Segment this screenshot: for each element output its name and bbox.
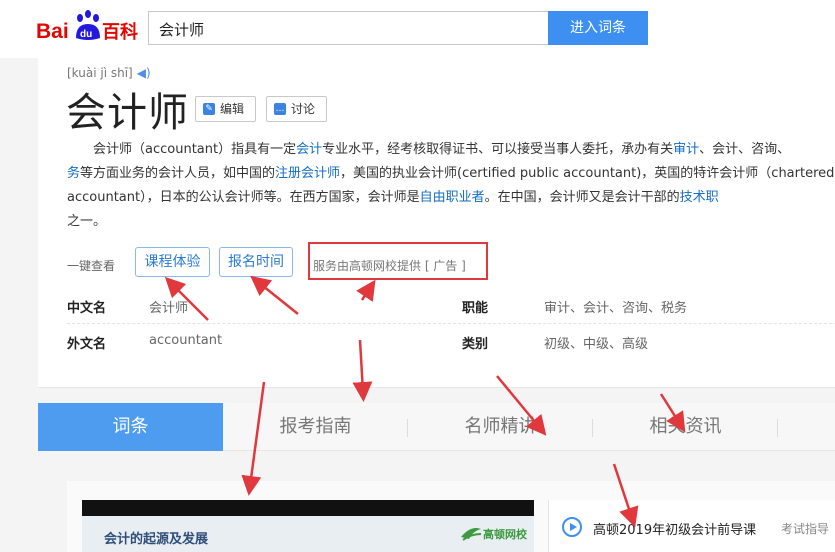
info-label-foreign-name: 外文名	[67, 337, 107, 352]
quick-view-label: 一键查看	[67, 259, 116, 273]
search-input[interactable]: 会计师	[148, 11, 548, 45]
edit-label: 编辑	[220, 102, 245, 116]
enter-entry-button[interactable]: 进入词条	[548, 11, 648, 45]
svg-text:du: du	[80, 29, 92, 40]
tab-related-news[interactable]: 相关资讯	[593, 403, 778, 451]
info-label-chinese-name: 中文名	[67, 301, 107, 316]
playlist-item-title[interactable]: 高顿2019年初级会计前导课	[593, 519, 756, 538]
registration-time-button[interactable]: 报名时间	[219, 247, 293, 277]
summary-link-tax[interactable]: 务	[67, 166, 80, 181]
top-header: Bai du 百科 会计师 进入词条	[0, 0, 835, 58]
summary-link-tech-title[interactable]: 技术职	[680, 190, 719, 205]
edit-button[interactable]: ✎ 编辑	[195, 96, 256, 122]
page-title: 会计师	[66, 90, 189, 136]
info-value-category: 初级、中级、高级	[544, 337, 649, 352]
summary-text-12: 之一。	[67, 214, 107, 229]
basic-info-row: 外文名 accountant 类别 初级、中级、高级	[67, 324, 835, 360]
summary-link-accounting[interactable]: 会计	[296, 142, 322, 157]
summary-link-cpa[interactable]: 注册会计师	[275, 166, 340, 181]
info-value-function: 审计、会计、咨询、税务	[544, 301, 688, 316]
entry-summary: 会计师（accountant）指具有一定会计专业水平，经考核取得证书、可以接受当…	[67, 138, 835, 234]
svg-text:Bai: Bai	[36, 20, 69, 43]
chat-icon: …	[274, 103, 286, 115]
info-label-function: 职能	[462, 301, 489, 316]
pinyin: [kuài jì shī] ◀)	[67, 66, 151, 80]
pencil-icon: ✎	[203, 103, 215, 115]
tab-entry[interactable]: 词条	[38, 403, 223, 451]
summary-link-freelancer[interactable]: 自由职业者	[420, 190, 485, 205]
svg-text:百科: 百科	[102, 21, 138, 43]
summary-text-4: 、会计、咨询、	[699, 142, 791, 157]
tab-expert-lectures[interactable]: 名师精讲	[408, 403, 593, 451]
discuss-label: 讨论	[291, 102, 316, 116]
speaker-icon[interactable]: ◀)	[137, 66, 151, 80]
info-label-category: 类别	[462, 337, 489, 352]
video-logo-text: 高顿网校	[483, 528, 527, 541]
tab-divider	[777, 419, 778, 437]
pinyin-text: [kuài jì shī]	[67, 66, 133, 80]
summary-text-0: 会计师（accountant）指具有一定	[93, 142, 297, 157]
ad-provider-text[interactable]: 服务由高顿网校提供 [ 广告 ]	[313, 257, 466, 274]
course-trial-button[interactable]: 课程体验	[135, 247, 210, 277]
gaodun-logo-icon	[461, 528, 482, 541]
basic-info-row: 中文名 会计师 职能 审计、会计、咨询、税务	[67, 288, 835, 324]
baidu-baike-logo[interactable]: Bai du 百科	[36, 8, 140, 48]
info-value-foreign-name: accountant	[149, 333, 223, 348]
play-icon[interactable]	[562, 517, 582, 537]
tab-bar: 词条 报考指南 名师精讲 相关资讯	[38, 403, 835, 451]
playlist-item-meta: 考试指导	[781, 522, 830, 536]
info-value-chinese-name: 会计师	[149, 301, 189, 316]
video-title: 会计的起源及发展	[104, 532, 209, 547]
tab-exam-guide[interactable]: 报考指南	[223, 403, 408, 451]
summary-text-2: 专业水平，经考核取得证书、可以接受当事人委托，承办有关	[322, 142, 674, 157]
summary-text-6: 等方面业务的会计人员，如中国的	[80, 166, 276, 181]
discuss-button[interactable]: … 讨论	[266, 96, 327, 122]
summary-link-audit[interactable]: 审计	[673, 142, 699, 157]
summary-text-10: 。在中国，会计师又是会计干部的	[484, 190, 680, 205]
